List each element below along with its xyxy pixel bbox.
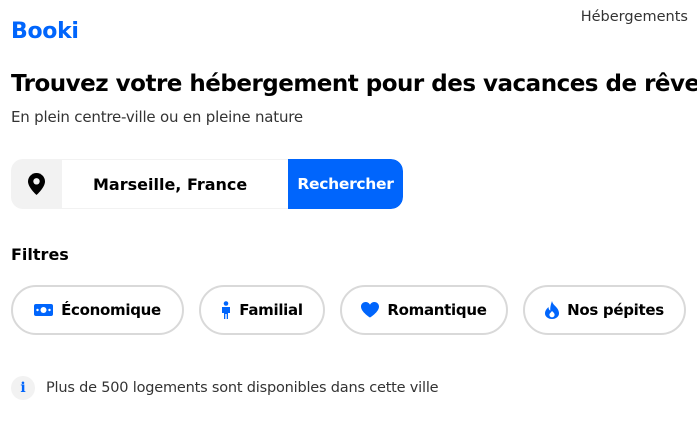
page-title: Trouvez votre hébergement pour des vacan… <box>11 71 697 97</box>
location-pin-icon <box>11 159 62 209</box>
nav-link-hebergements[interactable]: Hébergements <box>581 9 688 25</box>
heart-icon <box>361 302 380 318</box>
search-button[interactable]: Rechercher <box>288 159 403 209</box>
filter-economique-button[interactable]: Économique <box>11 285 184 335</box>
child-icon <box>221 301 231 319</box>
filter-nos-pepites-button[interactable]: Nos pépites <box>523 285 686 335</box>
filter-label: Familial <box>239 301 303 319</box>
search-input[interactable] <box>62 159 288 209</box>
availability-info: i Plus de 500 logements sont disponibles… <box>11 376 439 400</box>
info-icon: i <box>11 376 35 400</box>
search-bar: Rechercher <box>11 159 403 209</box>
filter-label: Économique <box>61 301 161 319</box>
filters-title: Filtres <box>11 245 69 264</box>
filter-familial-button[interactable]: Familial <box>199 285 325 335</box>
money-icon <box>34 303 54 317</box>
availability-text: Plus de 500 logements sont disponibles d… <box>46 380 439 396</box>
filter-label: Nos pépites <box>567 301 664 319</box>
page-subtitle: En plein centre-ville ou en pleine natur… <box>11 108 303 126</box>
filter-label: Romantique <box>387 301 487 319</box>
filter-romantique-button[interactable]: Romantique <box>340 285 508 335</box>
fire-icon <box>545 301 560 319</box>
booki-logo[interactable]: Booki <box>11 19 79 45</box>
logo-text: Booki <box>11 19 79 44</box>
